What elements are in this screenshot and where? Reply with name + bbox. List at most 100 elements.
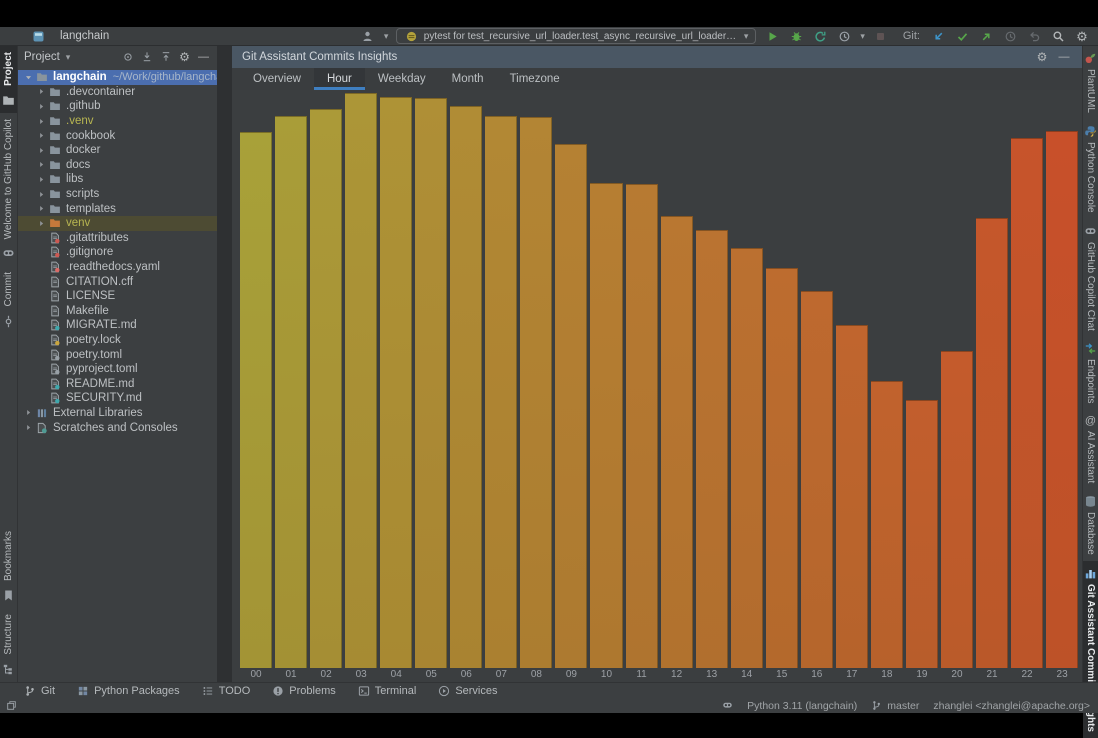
interpreter-widget[interactable]: Python 3.11 (langchain) (747, 700, 857, 712)
project-view-caret[interactable]: ▾ (66, 52, 71, 62)
chevron-closed-icon[interactable] (35, 190, 48, 199)
tool-window-bar: Git Python Packages TODO Problems Terminal Se… (0, 682, 1098, 698)
stripe-tab-label: Python Console (1085, 141, 1096, 213)
toolwindow-button-problems[interactable]: Problems (272, 685, 336, 697)
update-project-icon[interactable] (930, 28, 946, 44)
toolwindow-button-todo[interactable]: TODO (202, 685, 250, 697)
hide-icon[interactable]: — (196, 50, 211, 65)
settings-gear-icon[interactable]: ⚙ (1074, 28, 1090, 44)
tree-item-scripts[interactable]: scripts (18, 187, 217, 202)
tree-item-templates[interactable]: templates (18, 201, 217, 216)
tree-item-scratches-and-consoles[interactable]: Scratches and Consoles (18, 420, 217, 435)
toolwindow-button-services[interactable]: Services (438, 685, 498, 697)
debug-icon[interactable] (788, 28, 804, 44)
gear-icon[interactable]: ⚙ (177, 50, 192, 65)
window-restore-icon[interactable] (6, 700, 17, 711)
tree-item--gitattributes[interactable]: .gitattributes (18, 231, 217, 246)
gear-icon[interactable]: ⚙ (1034, 49, 1050, 65)
tab-hour[interactable]: Hour (313, 68, 365, 90)
chevron-closed-icon[interactable] (35, 131, 48, 140)
tab-weekday[interactable]: Weekday (365, 68, 439, 90)
locate-icon[interactable] (120, 50, 135, 65)
tree-item-security-md[interactable]: SECURITY.md (18, 391, 217, 406)
libraries-icon (35, 407, 49, 419)
tree-item-langchain[interactable]: langchain ~/Work/github/langchain (18, 70, 217, 85)
tab-overview[interactable]: Overview (240, 68, 314, 90)
project-panel-title[interactable]: Project (24, 51, 60, 63)
stripe-tab-project[interactable]: Project (0, 46, 17, 113)
toolwindow-button-python-packages[interactable]: Python Packages (77, 685, 180, 697)
stripe-tab-github-copilot-chat[interactable]: GitHub Copilot Chat (1083, 219, 1098, 337)
tree-item-external-libraries[interactable]: External Libraries (18, 406, 217, 421)
tree-item-cookbook[interactable]: cookbook (18, 128, 217, 143)
chevron-closed-icon[interactable] (35, 117, 48, 126)
hide-icon[interactable]: — (1056, 49, 1072, 65)
search-icon[interactable] (1050, 28, 1066, 44)
chevron-closed-icon[interactable] (35, 204, 48, 213)
stripe-tab-bookmarks[interactable]: Bookmarks (0, 525, 17, 608)
run-icon[interactable] (764, 28, 780, 44)
stripe-tab-ai-assistant[interactable]: @ AI Assistant (1083, 410, 1098, 489)
chevron-closed-icon[interactable] (35, 175, 48, 184)
tree-item-license[interactable]: LICENSE (18, 289, 217, 304)
tree-item--readthedocs-yaml[interactable]: .readthedocs.yaml (18, 260, 217, 275)
chevron-closed-icon[interactable] (35, 102, 48, 111)
stripe-tab-label: Structure (3, 614, 14, 655)
folder-icon (48, 115, 62, 127)
tree-item-docs[interactable]: docs (18, 158, 217, 173)
stripe-tab-database[interactable]: Database (1083, 489, 1098, 561)
tree-item-pyproject-toml[interactable]: pyproject.toml (18, 362, 217, 377)
toolwindow-button-terminal[interactable]: Terminal (358, 685, 416, 697)
tree-item-makefile[interactable]: Makefile (18, 304, 217, 319)
stripe-tab-endpoints[interactable]: Endpoints (1083, 336, 1098, 409)
toolwindow-button-git[interactable]: Git (24, 685, 55, 697)
expand-all-icon[interactable] (139, 50, 154, 65)
stripe-tab-commit[interactable]: Commit (0, 266, 17, 333)
coverage-icon[interactable] (812, 28, 828, 44)
user-dropdown-caret[interactable]: ▾ (384, 31, 389, 41)
tree-item--devcontainer[interactable]: .devcontainer (18, 85, 217, 100)
tree-item-citation-cff[interactable]: CITATION.cff (18, 274, 217, 289)
chevron-closed-icon[interactable] (35, 87, 48, 96)
vcs-user-widget[interactable]: zhanglei <zhanglei@apache.org> (933, 700, 1090, 712)
tree-item-label: venv (66, 217, 91, 230)
tree-item-label: SECURITY.md (66, 392, 142, 405)
tab-month[interactable]: Month (439, 68, 497, 90)
tree-item--github[interactable]: .github (18, 99, 217, 114)
chevron-closed-icon[interactable] (35, 160, 48, 169)
copilot-status[interactable] (722, 700, 733, 711)
chevron-closed-icon[interactable] (35, 219, 48, 228)
panel-splitter[interactable] (217, 46, 232, 682)
profiler-icon[interactable] (836, 28, 852, 44)
problems-icon (272, 685, 284, 697)
tree-item-readme-md[interactable]: README.md (18, 376, 217, 391)
chevron-closed-icon[interactable] (35, 146, 48, 155)
tree-item-venv[interactable]: venv (18, 215, 217, 231)
push-icon[interactable] (978, 28, 994, 44)
x-label-17: 17 (846, 669, 858, 680)
file-icon (48, 363, 62, 375)
stripe-tab-python-console[interactable]: Python Console (1083, 119, 1098, 219)
tree-item--venv[interactable]: .venv (18, 114, 217, 129)
tree-item-poetry-toml[interactable]: poetry.toml (18, 347, 217, 362)
profiler-caret[interactable]: ▾ (860, 31, 865, 41)
chevron-open-icon[interactable] (22, 73, 35, 82)
stripe-tab-structure[interactable]: Structure (0, 608, 17, 682)
tree-item-libs[interactable]: libs (18, 172, 217, 187)
stripe-tab-plantuml[interactable]: PlantUML (1083, 46, 1098, 119)
branch-widget[interactable]: master (871, 700, 919, 712)
commit-check-icon[interactable] (954, 28, 970, 44)
git-branch-icon (873, 701, 881, 710)
tree-item--gitignore[interactable]: .gitignore (18, 245, 217, 260)
stripe-tab-welcome-to-github-copilot[interactable]: Welcome to GitHub Copilot (0, 113, 17, 266)
chevron-closed-icon[interactable] (22, 408, 35, 417)
tree-item-docker[interactable]: docker (18, 143, 217, 158)
run-configuration-select[interactable]: pytest for test_recursive_url_loader.tes… (396, 28, 757, 44)
tree-item-migrate-md[interactable]: MIGRATE.md (18, 318, 217, 333)
file-icon (48, 246, 62, 258)
collapse-all-icon[interactable] (158, 50, 173, 65)
chevron-closed-icon[interactable] (22, 423, 35, 432)
tab-timezone[interactable]: Timezone (497, 68, 573, 90)
tree-item-poetry-lock[interactable]: poetry.lock (18, 333, 217, 348)
user-icon[interactable] (360, 28, 376, 44)
